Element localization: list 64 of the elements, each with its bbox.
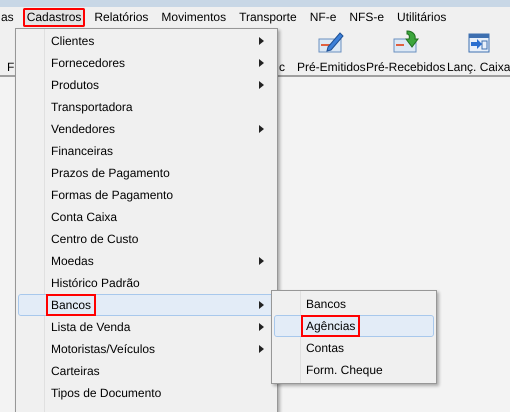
menu-item-label: Carteiras [50, 363, 101, 380]
menu-item-label: Lista de Venda [50, 319, 132, 336]
menu-item-label: Transportadora [50, 99, 134, 116]
menu-item[interactable]: Form. Cheque [274, 359, 434, 381]
submenu-arrow-icon [259, 125, 264, 133]
menu-bar-item[interactable]: as [0, 8, 18, 26]
menu-item[interactable]: Moedas [18, 250, 275, 272]
menu-bar-item[interactable]: Relatórios [90, 8, 152, 26]
submenu-arrow-icon [259, 59, 264, 67]
menu-item-label: Histórico Padrão [50, 275, 141, 292]
submenu-arrow-icon [259, 81, 264, 89]
submenu-arrow-icon [259, 301, 264, 309]
toolbar-button[interactable]: c [279, 29, 285, 75]
menu-item-label: Form. Cheque [305, 362, 384, 379]
arrow-on-card-icon [392, 30, 419, 54]
menu-item-label: Conta Caixa [50, 209, 118, 226]
menu-item[interactable]: Contas [274, 337, 434, 359]
menu-item-label: Motoristas/Veículos [50, 341, 156, 358]
submenu-arrow-icon [259, 323, 264, 331]
menu-item[interactable]: Produtos [18, 74, 275, 96]
menu-item[interactable]: Transportadora [18, 96, 275, 118]
menu-bar-item[interactable]: NF-e [306, 8, 340, 26]
menu-item[interactable]: Clientes [18, 30, 275, 52]
menu-item-label: Prazos de Pagamento [50, 165, 171, 182]
menu-item[interactable]: Motoristas/Veículos [18, 338, 275, 360]
menu-item[interactable]: Vendedores [18, 118, 275, 140]
menu-item-label: Agências [303, 317, 358, 335]
menu-bar-item[interactable]: NFS-e [345, 8, 388, 26]
menu-item-label: Fornecedores [50, 55, 126, 72]
menu-item[interactable]: Tipos de Documento [18, 382, 275, 404]
toolbar-button[interactable]: F [7, 29, 14, 75]
toolbar-button[interactable]: Pré-Emitidos [297, 29, 366, 75]
menu-item[interactable]: Formas de Pagamento [18, 184, 275, 206]
toolbar-button[interactable]: Pré-Recebidos [366, 29, 446, 75]
menu-item-label: Contas [305, 340, 346, 357]
menu-item[interactable]: Fornecedores [18, 52, 275, 74]
submenu-arrow-icon [259, 345, 264, 353]
menu-item-label: Bancos [305, 296, 348, 313]
menu-item[interactable]: Prazos de Pagamento [18, 162, 275, 184]
pen-on-card-icon [318, 30, 344, 54]
menu-bar-item[interactable]: Transporte [235, 8, 301, 26]
menu-item-label: Vendedores [50, 121, 116, 138]
menu-bar-item[interactable]: Utilitários [393, 8, 450, 26]
menu-bar-item[interactable]: Cadastros [22, 8, 86, 26]
menu-item-label: Moedas [50, 253, 95, 270]
menu-item-label: Centro de Custo [50, 231, 140, 248]
menu-item[interactable]: Centro de Custo [18, 228, 275, 250]
menu-item[interactable]: Histórico Padrão [18, 272, 275, 294]
menu-item[interactable]: Conta Caixa [18, 206, 275, 228]
menu-item-label: Produtos [50, 77, 100, 94]
menu-bar-item[interactable]: Movimentos [157, 8, 230, 26]
menu-item-label: Formas de Pagamento [50, 187, 174, 204]
menu-item[interactable]: Bancos [274, 293, 434, 315]
submenu-arrow-icon [259, 257, 264, 265]
menu-item-label: Tipos de Documento [50, 385, 162, 402]
toolbar-button[interactable]: Lanç. Caixa [447, 29, 510, 75]
menu-item[interactable]: Financeiras [18, 140, 275, 162]
menu-item[interactable]: Lista de Venda [18, 316, 275, 338]
menu-item[interactable]: Agências [274, 315, 434, 337]
menu-item-label: Clientes [50, 33, 96, 50]
submenu-arrow-icon [259, 37, 264, 45]
menu-item[interactable]: Carteiras [18, 360, 275, 382]
menu-item-label: Bancos [48, 296, 94, 314]
menu-item-label: Financeiras [50, 143, 114, 160]
